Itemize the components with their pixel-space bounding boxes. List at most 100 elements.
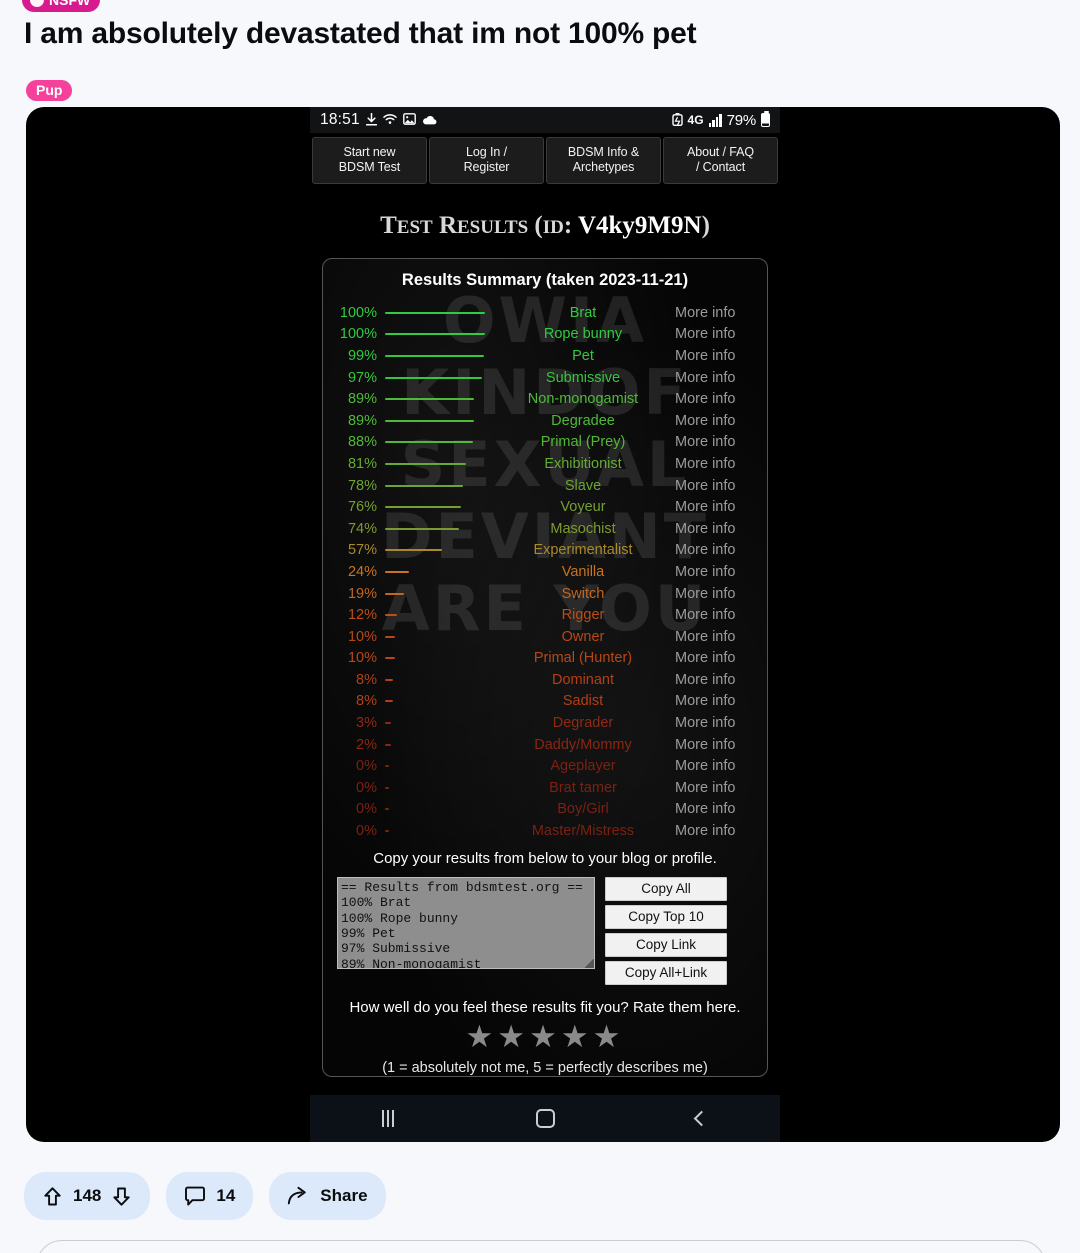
rate-scale-note: (1 = absolutely not me, 5 = perfectly de… <box>382 1059 708 1076</box>
more-info-link[interactable]: More info <box>671 521 767 537</box>
more-info-link[interactable]: More info <box>671 413 767 429</box>
comments-pill[interactable]: 14 <box>166 1172 254 1220</box>
result-bar <box>385 743 391 746</box>
more-info-link[interactable]: More info <box>671 823 767 839</box>
result-bar-track <box>385 349 495 363</box>
nav-tab-about-faq-contact[interactable]: About / FAQ / Contact <box>663 137 778 184</box>
comment-composer[interactable] <box>36 1240 1046 1253</box>
result-label: Slave <box>564 477 602 494</box>
more-info-link[interactable]: More info <box>671 391 767 407</box>
wifi-icon <box>383 113 397 127</box>
result-bar <box>385 635 395 638</box>
result-bar-track <box>385 457 495 471</box>
results-textarea[interactable]: == Results from bdsmtest.org == 100% Bra… <box>337 876 595 969</box>
result-bar <box>385 592 404 595</box>
copy-all-link-button[interactable]: Copy All+Link <box>605 960 727 985</box>
post-actions: 148 14 Share <box>24 1172 386 1220</box>
more-info-link[interactable]: More info <box>671 780 767 796</box>
more-info-link[interactable]: More info <box>671 672 767 688</box>
upvote-arrow-icon[interactable] <box>42 1186 63 1207</box>
more-info-link[interactable]: More info <box>671 326 767 342</box>
copy-link-button[interactable]: Copy Link <box>605 932 727 957</box>
result-percent: 97% <box>347 369 377 386</box>
more-info-link[interactable]: More info <box>671 564 767 580</box>
result-percent: 78% <box>347 477 377 494</box>
nsfw-label: NSFW <box>49 0 91 8</box>
nav-tab-bdsm-info-archetypes[interactable]: BDSM Info & Archetypes <box>546 137 661 184</box>
result-label: Experimentalist <box>533 542 633 559</box>
more-info-link[interactable]: More info <box>671 586 767 602</box>
result-row: 89% Non-monogamist More info <box>323 388 767 410</box>
signal-bars-icon <box>708 113 722 127</box>
user-flair[interactable]: Pup <box>26 80 73 101</box>
more-info-link[interactable]: More info <box>671 499 767 515</box>
download-icon <box>365 111 377 128</box>
nsfw-dot-icon <box>30 0 44 7</box>
result-percent: 74% <box>347 520 377 537</box>
result-bar <box>385 311 485 314</box>
network-4g-plus-icon: 4G <box>687 113 704 127</box>
result-bar-track <box>385 802 495 816</box>
more-info-link[interactable]: More info <box>671 801 767 817</box>
more-info-link[interactable]: More info <box>671 607 767 623</box>
more-info-link[interactable]: More info <box>671 693 767 709</box>
more-info-link[interactable]: More info <box>671 737 767 753</box>
result-label: Brat tamer <box>549 779 617 796</box>
results-rows: 100% Brat More info 100% Rope bunny More info… <box>323 302 767 842</box>
nav-tab-start-new-test[interactable]: Start new BDSM Test <box>312 137 427 184</box>
result-label: Vanilla <box>561 563 605 580</box>
more-info-link[interactable]: More info <box>671 650 767 666</box>
home-button[interactable] <box>467 1109 624 1128</box>
more-info-link[interactable]: More info <box>671 348 767 364</box>
result-percent: 12% <box>347 607 377 624</box>
result-percent: 8% <box>356 693 377 710</box>
post-media[interactable]: 18:51 4G 79% Start new BDSM Test Log In … <box>26 107 1060 1142</box>
copy-area: == Results from bdsmtest.org == 100% Bra… <box>323 876 767 989</box>
copy-top-10-button[interactable]: Copy Top 10 <box>605 904 727 929</box>
cloud-icon <box>422 114 437 127</box>
more-info-link[interactable]: More info <box>671 542 767 558</box>
more-info-link[interactable]: More info <box>671 370 767 386</box>
reddit-post-page: NSFW I am absolutely devastated that im … <box>0 0 1080 1253</box>
result-percent: 3% <box>356 715 377 732</box>
result-bar-track <box>385 371 495 385</box>
result-bar-track <box>385 694 495 708</box>
copy-buttons: Copy All Copy Top 10 Copy Link Copy All+… <box>605 876 727 985</box>
more-info-link[interactable]: More info <box>671 478 767 494</box>
battery-saver-icon <box>671 112 683 128</box>
result-percent: 24% <box>347 563 377 580</box>
result-bar <box>385 354 484 357</box>
image-icon <box>402 113 416 127</box>
result-bar <box>385 722 391 725</box>
share-pill[interactable]: Share <box>269 1172 386 1220</box>
recents-button[interactable] <box>310 1110 467 1127</box>
result-row: 89% Degradee More info <box>323 410 767 432</box>
result-bar-track <box>385 716 495 730</box>
result-bar-track <box>385 306 495 320</box>
result-row: 8% Sadist More info <box>323 691 767 713</box>
result-percent: 0% <box>356 801 377 818</box>
nav-tab-login-register[interactable]: Log In / Register <box>429 137 544 184</box>
result-bar <box>385 570 409 573</box>
result-bar <box>385 333 485 336</box>
result-label: Degrader <box>552 715 614 732</box>
star-rating[interactable]: ★★★★★ <box>323 1019 767 1054</box>
result-label: Brat <box>569 304 597 321</box>
result-label: Masochist <box>550 520 616 537</box>
copy-all-button[interactable]: Copy All <box>605 876 727 901</box>
more-info-link[interactable]: More info <box>671 715 767 731</box>
result-bar-track <box>385 651 495 665</box>
result-bar-track <box>385 392 495 406</box>
more-info-link[interactable]: More info <box>671 434 767 450</box>
more-info-link[interactable]: More info <box>671 305 767 321</box>
result-bar <box>385 506 461 509</box>
back-icon <box>693 1110 710 1127</box>
more-info-link[interactable]: More info <box>671 629 767 645</box>
battery-icon <box>761 110 770 127</box>
result-bar <box>385 700 393 703</box>
downvote-arrow-icon[interactable] <box>111 1186 132 1207</box>
page-title: I am absolutely devastated that im not 1… <box>24 17 697 50</box>
more-info-link[interactable]: More info <box>671 456 767 472</box>
back-button[interactable] <box>623 1110 780 1127</box>
more-info-link[interactable]: More info <box>671 758 767 774</box>
